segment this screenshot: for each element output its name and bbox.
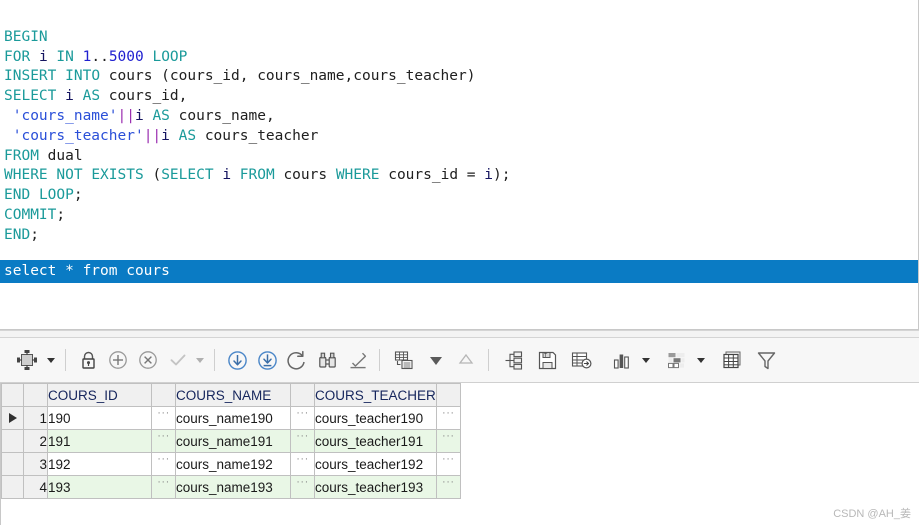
bar-chart-icon[interactable] bbox=[605, 344, 639, 376]
results-toolbar: T bbox=[0, 338, 919, 383]
column-header-cours-name[interactable]: COURS_NAME bbox=[175, 383, 291, 407]
cell-cours-id[interactable]: 191 bbox=[47, 429, 152, 453]
code-line: SELECT i AS cours_id, bbox=[4, 88, 188, 105]
code-line: FROM dual bbox=[4, 147, 83, 164]
cell-cours-name[interactable]: cours_name192 bbox=[175, 452, 291, 476]
refresh-icon[interactable] bbox=[282, 344, 312, 376]
code-line: BEGIN bbox=[4, 28, 48, 45]
code-line: WHERE NOT EXISTS (SELECT i FROM cours WH… bbox=[4, 167, 511, 184]
toolbar-separator bbox=[488, 349, 489, 371]
results-table: COURS_ID COURS_NAME COURS_TEACHER 1 190 … bbox=[1, 383, 461, 499]
table-row[interactable]: 2 191 ··· cours_name191 ··· cours_teache… bbox=[1, 429, 461, 453]
code-line: END LOOP; bbox=[4, 187, 83, 204]
cell-editor-button[interactable]: ··· bbox=[290, 429, 315, 453]
filter-funnel-icon[interactable] bbox=[749, 344, 783, 376]
cell-editor-button[interactable]: ··· bbox=[151, 475, 176, 499]
code-line: 'cours_name'||i AS cours_name, bbox=[12, 107, 275, 124]
row-number[interactable]: 1 bbox=[23, 406, 48, 430]
pivot-caret[interactable] bbox=[694, 344, 708, 376]
toolbar-separator bbox=[214, 349, 215, 371]
rownum-header-cell[interactable] bbox=[23, 383, 48, 407]
triangle-up-icon[interactable] bbox=[451, 344, 481, 376]
results-data-grid[interactable]: COURS_ID COURS_NAME COURS_TEACHER 1 190 … bbox=[0, 383, 919, 525]
eraser-icon[interactable] bbox=[342, 344, 372, 376]
code-line: INSERT INTO cours (cours_id, cours_name,… bbox=[4, 68, 476, 85]
code-line: 'cours_teacher'||i AS cours_teacher bbox=[12, 127, 319, 144]
pane-splitter[interactable] bbox=[0, 330, 919, 338]
table-row[interactable]: 1 190 ··· cours_name190 ··· cours_teache… bbox=[1, 406, 461, 430]
cell-editor-button[interactable]: ··· bbox=[290, 406, 315, 430]
check-icon[interactable] bbox=[163, 344, 193, 376]
current-row-indicator bbox=[1, 406, 24, 430]
cell-editor-button[interactable]: ··· bbox=[435, 475, 461, 499]
single-record-view-caret[interactable] bbox=[44, 344, 58, 376]
bar-chart-caret[interactable] bbox=[639, 344, 653, 376]
cell-cours-teacher[interactable]: cours_teacher192 bbox=[314, 452, 437, 476]
cell-cours-name[interactable]: cours_name193 bbox=[175, 475, 291, 499]
row-marker bbox=[1, 475, 24, 499]
pivot-icon[interactable] bbox=[660, 344, 694, 376]
watermark-text: CSDN @AH_姜 bbox=[833, 508, 911, 520]
grid-corner-cell[interactable] bbox=[1, 383, 24, 407]
single-record-view-icon[interactable] bbox=[10, 344, 44, 376]
export-data-icon[interactable] bbox=[564, 344, 598, 376]
row-marker bbox=[1, 452, 24, 476]
cell-editor-button[interactable]: ··· bbox=[435, 452, 461, 476]
lock-icon[interactable] bbox=[73, 344, 103, 376]
table-row[interactable]: 3 192 ··· cours_name192 ··· cours_teache… bbox=[1, 452, 461, 476]
cell-editor-button[interactable]: ··· bbox=[151, 452, 176, 476]
column-header-cours-id-resizer[interactable] bbox=[151, 383, 176, 407]
row-marker bbox=[1, 429, 24, 453]
table-icon[interactable] bbox=[715, 344, 749, 376]
code-line: COMMIT; bbox=[4, 206, 66, 223]
cell-cours-teacher[interactable]: cours_teacher193 bbox=[314, 475, 437, 499]
cell-cours-id[interactable]: 193 bbox=[47, 475, 152, 499]
hierarchy-icon[interactable] bbox=[496, 344, 530, 376]
cell-editor-button[interactable]: ··· bbox=[290, 475, 315, 499]
selected-sql-statement[interactable]: select * from cours bbox=[0, 260, 918, 283]
cell-cours-name[interactable]: cours_name190 bbox=[175, 406, 291, 430]
cell-cours-teacher[interactable]: cours_teacher191 bbox=[314, 429, 437, 453]
column-header-cours-teacher-resizer[interactable] bbox=[435, 383, 461, 407]
cell-cours-name[interactable]: cours_name191 bbox=[175, 429, 291, 453]
delete-circle-icon[interactable] bbox=[133, 344, 163, 376]
save-text-icon[interactable]: T bbox=[530, 344, 564, 376]
column-header-cours-name-resizer[interactable] bbox=[290, 383, 315, 407]
row-number[interactable]: 4 bbox=[23, 475, 48, 499]
code-line: FOR i IN 1..5000 LOOP bbox=[4, 48, 188, 65]
toolbar-separator bbox=[65, 349, 66, 371]
cell-editor-button[interactable]: ··· bbox=[435, 406, 461, 430]
sql-code-text[interactable]: BEGIN FOR i IN 1..5000 LOOP INSERT INTO co… bbox=[0, 0, 918, 285]
fetch-all-icon[interactable] bbox=[252, 344, 282, 376]
toolbar-separator bbox=[379, 349, 380, 371]
cell-cours-id[interactable]: 192 bbox=[47, 452, 152, 476]
code-line: END; bbox=[4, 226, 39, 243]
table-header-row: COURS_ID COURS_NAME COURS_TEACHER bbox=[1, 383, 461, 407]
cell-editor-button[interactable]: ··· bbox=[435, 429, 461, 453]
plus-circle-icon[interactable] bbox=[103, 344, 133, 376]
column-header-cours-teacher[interactable]: COURS_TEACHER bbox=[314, 383, 437, 407]
column-header-cours-id[interactable]: COURS_ID bbox=[47, 383, 152, 407]
fetch-next-icon[interactable] bbox=[222, 344, 252, 376]
triangle-down-icon[interactable] bbox=[421, 344, 451, 376]
grid-detail-icon[interactable] bbox=[387, 344, 421, 376]
sql-editor-pane[interactable]: BEGIN FOR i IN 1..5000 LOOP INSERT INTO co… bbox=[0, 0, 919, 330]
cell-cours-teacher[interactable]: cours_teacher190 bbox=[314, 406, 437, 430]
cell-editor-button[interactable]: ··· bbox=[151, 406, 176, 430]
cell-editor-button[interactable]: ··· bbox=[151, 429, 176, 453]
row-number[interactable]: 2 bbox=[23, 429, 48, 453]
table-row[interactable]: 4 193 ··· cours_name193 ··· cours_teache… bbox=[1, 475, 461, 499]
check-caret[interactable] bbox=[193, 344, 207, 376]
cell-cours-id[interactable]: 190 bbox=[47, 406, 152, 430]
row-number[interactable]: 3 bbox=[23, 452, 48, 476]
binoculars-icon[interactable] bbox=[312, 344, 342, 376]
cell-editor-button[interactable]: ··· bbox=[290, 452, 315, 476]
